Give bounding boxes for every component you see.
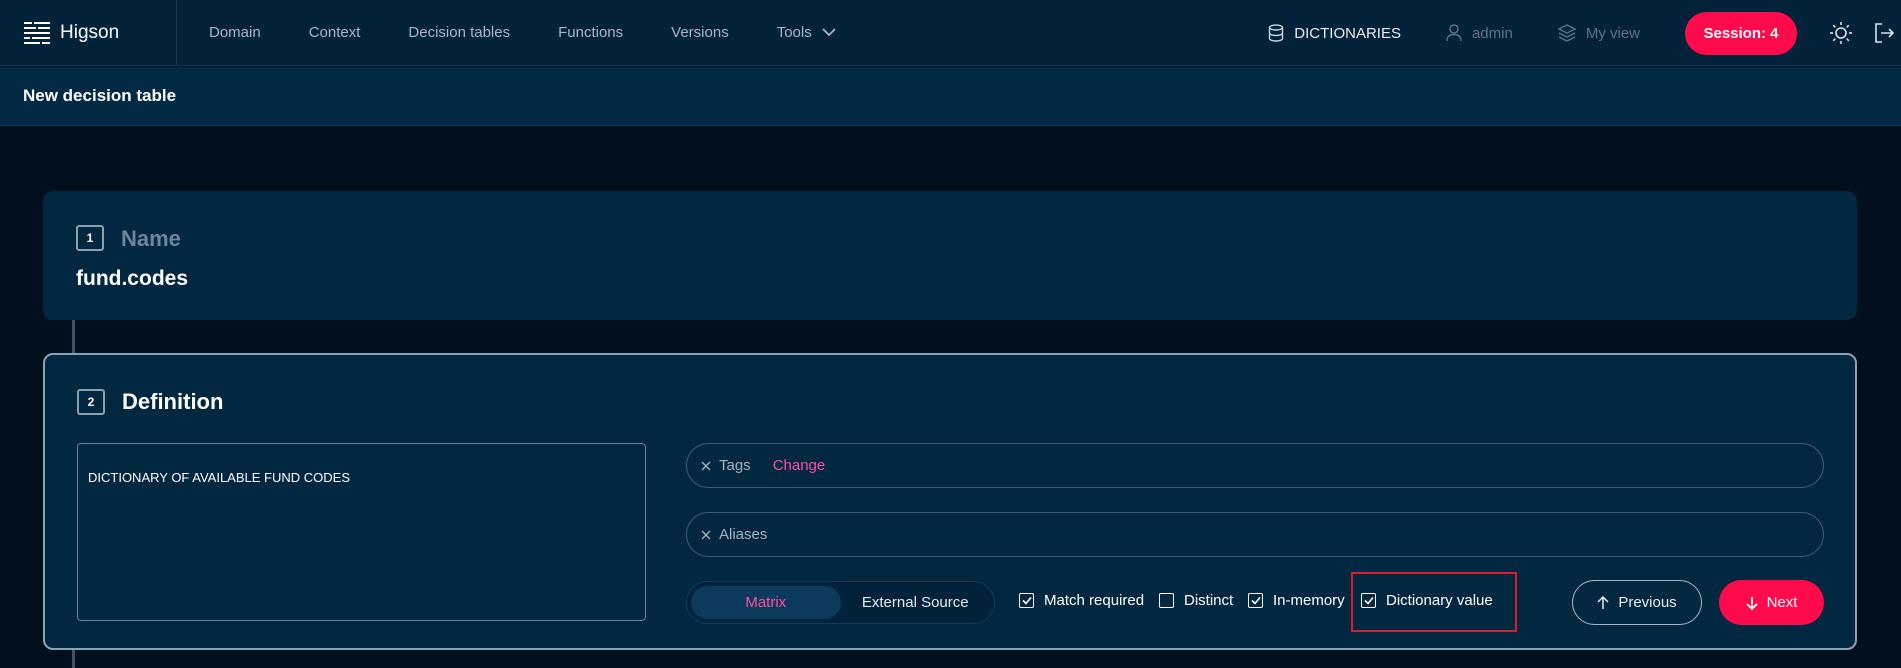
source-toggle: Matrix External Source — [686, 581, 995, 624]
app-name: Higson — [60, 21, 120, 43]
match-required-checkbox[interactable]: Match required — [1019, 592, 1144, 609]
checkbox-label: Distinct — [1184, 592, 1234, 609]
chevron-down-icon — [822, 28, 836, 37]
step-title: Name — [121, 226, 181, 251]
dictionaries-link[interactable]: DICTIONARIES — [1268, 24, 1401, 42]
theme-toggle[interactable] — [1829, 21, 1853, 45]
checkbox-label: In-memory — [1273, 592, 1345, 609]
user-menu[interactable]: admin — [1446, 24, 1513, 42]
checkbox-empty — [1159, 593, 1174, 608]
close-icon[interactable] — [701, 461, 711, 471]
nav-domain[interactable]: Domain — [209, 24, 261, 41]
previous-label: Previous — [1618, 594, 1677, 611]
distinct-checkbox[interactable]: Distinct — [1159, 592, 1233, 609]
layers-icon — [1557, 24, 1576, 42]
step-name-card[interactable]: 1 Name fund.codes — [43, 191, 1857, 320]
in-memory-checkbox[interactable]: In-memory — [1248, 592, 1345, 609]
source-option-matrix[interactable]: Matrix — [691, 586, 841, 619]
nav-tools-label: Tools — [776, 24, 812, 41]
logout-icon — [1875, 23, 1895, 43]
dictionaries-label: DICTIONARIES — [1294, 24, 1401, 42]
tags-label: Tags — [719, 457, 751, 474]
next-button[interactable]: Next — [1719, 580, 1824, 625]
step-number: 1 — [76, 225, 104, 251]
user-icon — [1446, 24, 1462, 42]
right-nav: DICTIONARIES admin My view Session: 4 — [1268, 0, 1901, 66]
next-label: Next — [1766, 594, 1798, 611]
nav-decision-tables[interactable]: Decision tables — [408, 24, 510, 41]
aliases-label: Aliases — [719, 526, 768, 543]
my-view-label: My view — [1585, 24, 1640, 42]
step-definition-card: 2 Definition DICTIONARY OF AVAILABLE FUN… — [43, 353, 1857, 650]
close-icon[interactable] — [701, 530, 711, 540]
user-name: admin — [1471, 24, 1513, 42]
check-icon — [1248, 593, 1263, 608]
aliases-field[interactable]: Aliases — [686, 512, 1824, 557]
description-textarea[interactable]: DICTIONARY OF AVAILABLE FUND CODES — [77, 443, 646, 621]
my-view-link[interactable]: My view — [1557, 24, 1640, 42]
step-title: Definition — [122, 389, 224, 414]
menu-logo-icon — [24, 21, 50, 44]
top-navbar: Higson Domain Context Decision tables Fu… — [0, 0, 1901, 66]
sun-icon — [1830, 22, 1852, 44]
check-icon — [1019, 593, 1034, 608]
highlight-box — [1351, 572, 1517, 632]
checkbox-label: Match required — [1044, 592, 1145, 609]
nav-context[interactable]: Context — [309, 24, 361, 41]
session-button[interactable]: Session: 4 — [1685, 11, 1797, 55]
step-number: 2 — [77, 389, 105, 415]
brand[interactable]: Higson — [0, 0, 177, 66]
tags-field[interactable]: Tags Change — [686, 443, 1824, 488]
table-name-value: fund.codes — [76, 267, 189, 290]
arrow-up-icon — [1597, 595, 1609, 609]
database-icon — [1269, 24, 1284, 42]
logout-button[interactable] — [1873, 22, 1895, 44]
nav-tools[interactable]: Tools — [777, 24, 836, 41]
main-nav: Domain Context Decision tables Functions… — [209, 0, 884, 66]
previous-button[interactable]: Previous — [1572, 580, 1702, 625]
tags-change-link[interactable]: Change — [773, 457, 826, 474]
nav-functions[interactable]: Functions — [558, 24, 623, 41]
source-option-external[interactable]: External Source — [841, 586, 991, 619]
nav-versions[interactable]: Versions — [671, 24, 729, 41]
arrow-down-icon — [1745, 596, 1758, 610]
page-title: New decision table — [0, 67, 1901, 126]
